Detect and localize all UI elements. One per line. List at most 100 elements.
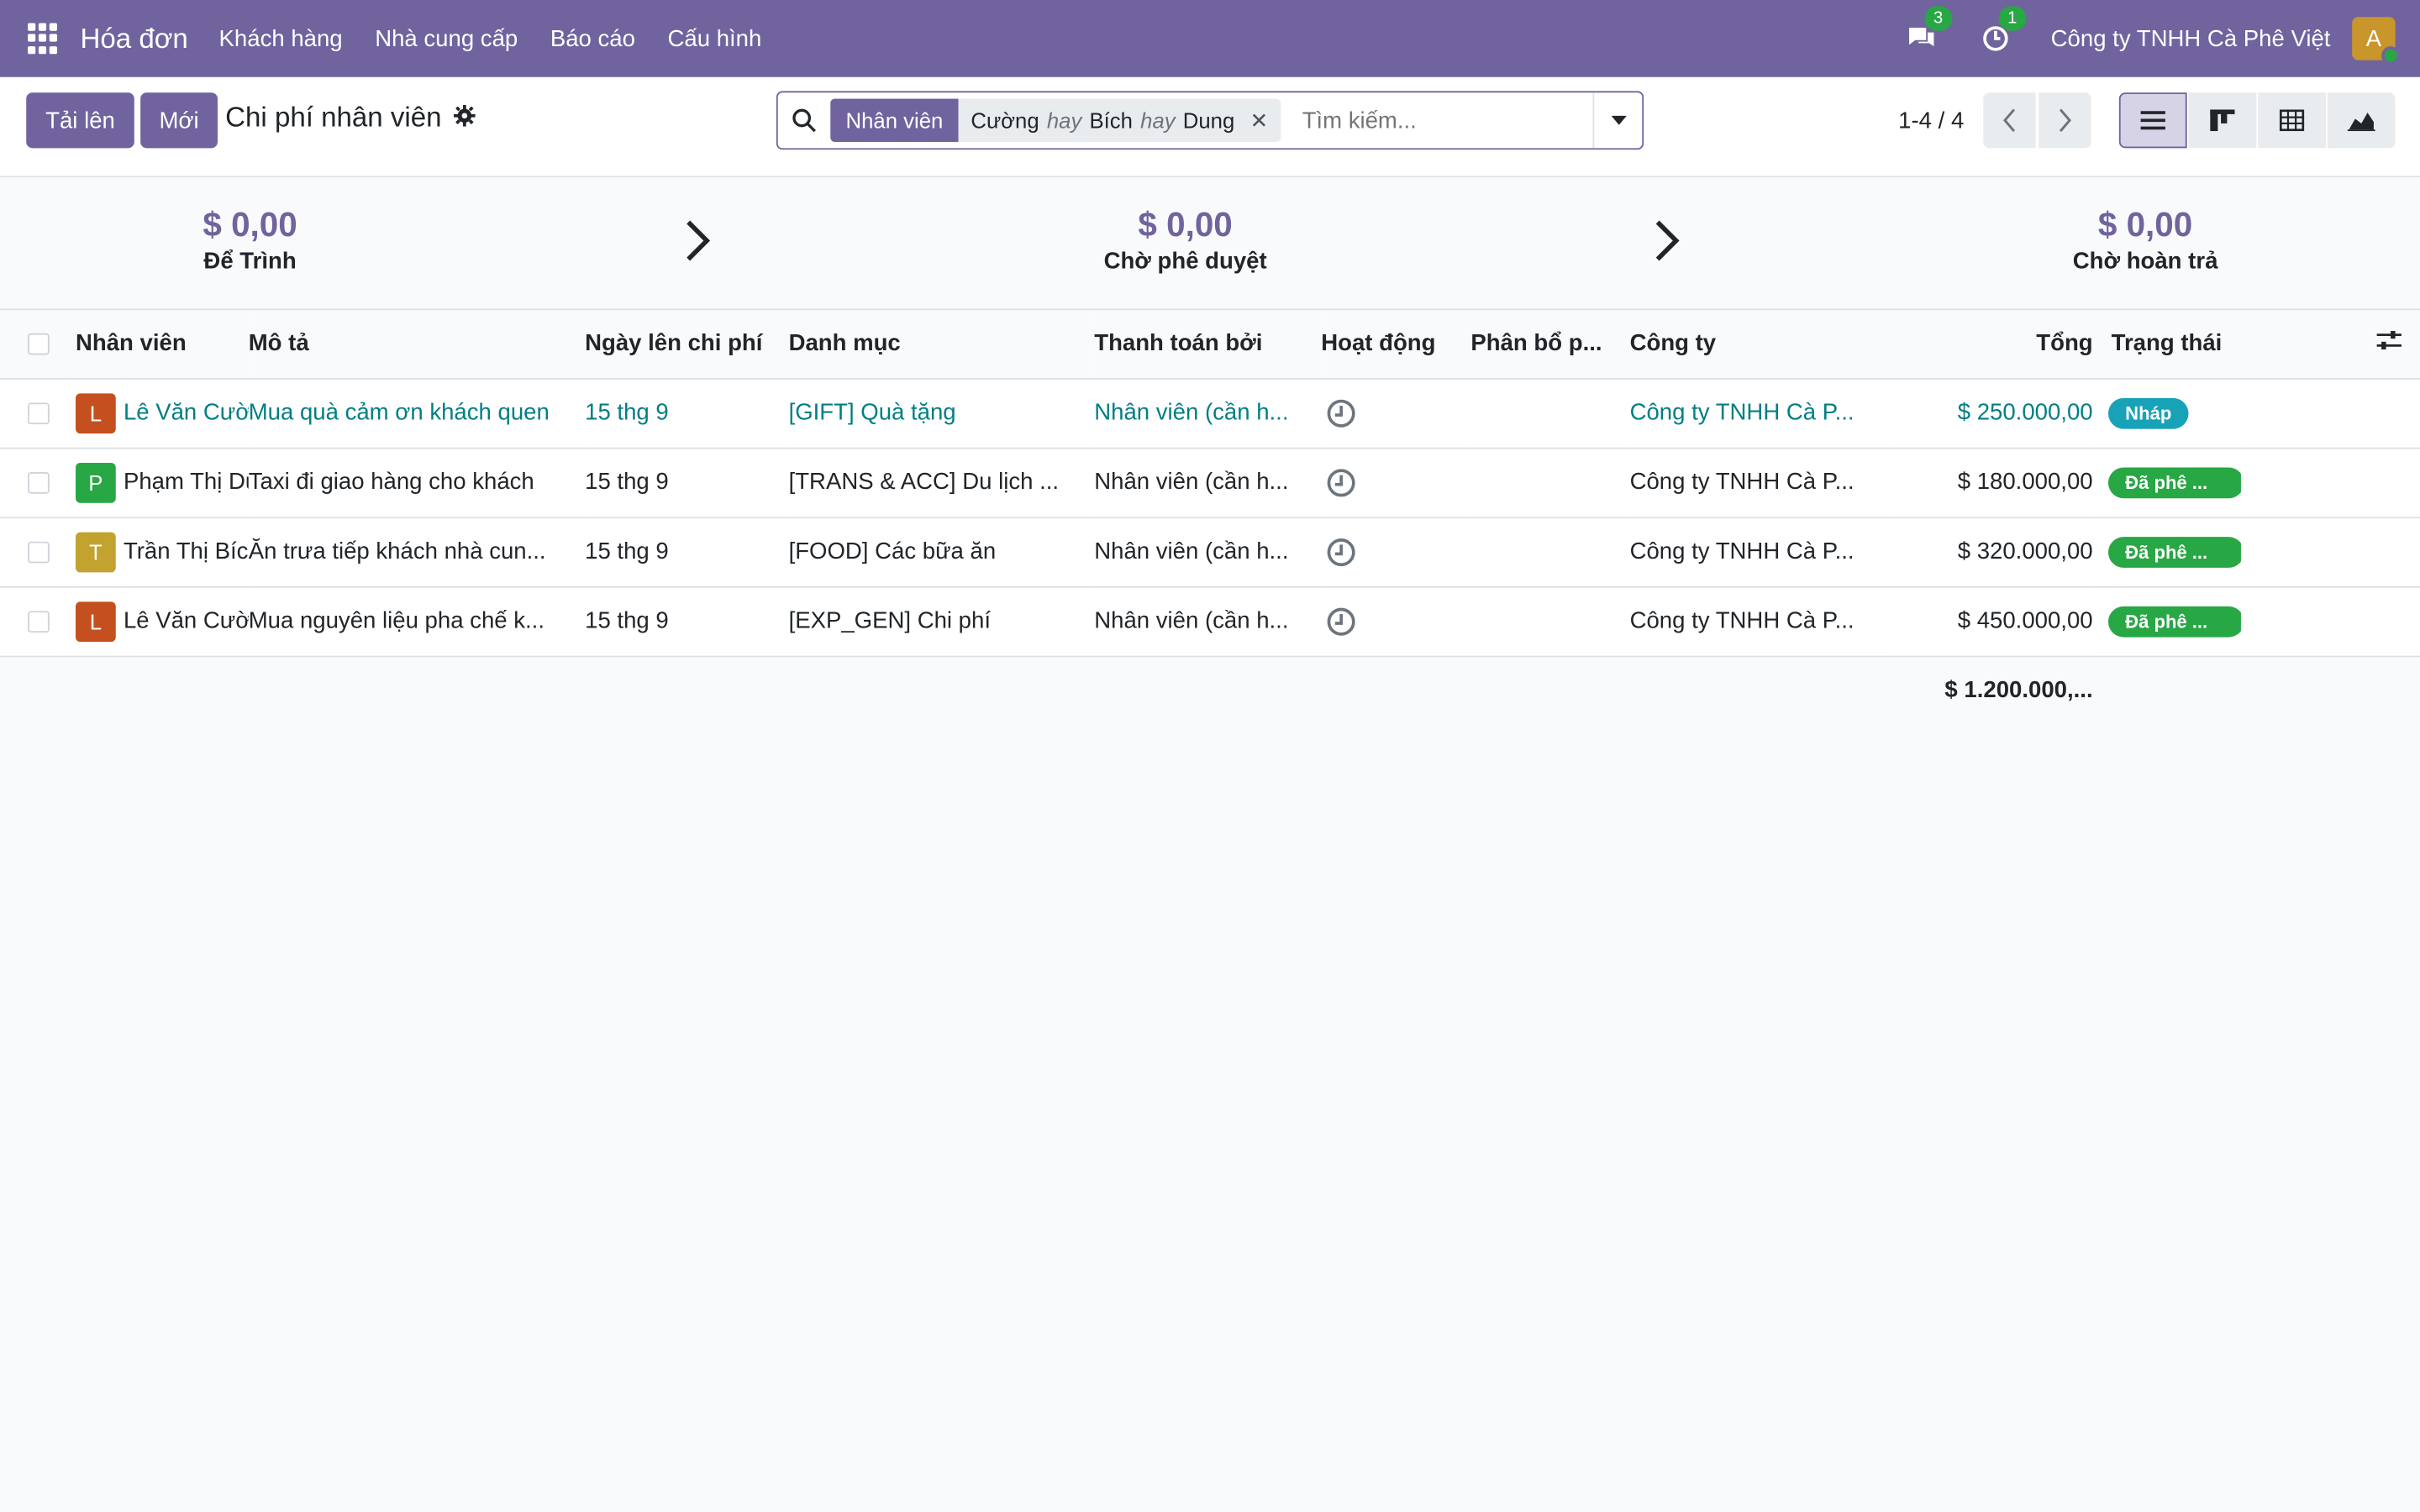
menu-item-customers[interactable]: Khách hàng <box>219 25 343 51</box>
column-header-paid-by[interactable]: Thanh toán bởi <box>1094 310 1321 378</box>
column-header-total[interactable]: Tổng <box>1892 310 2092 378</box>
apps-grid-icon[interactable] <box>28 23 59 55</box>
column-header-company[interactable]: Công ty <box>1630 310 1892 378</box>
facet-value: Cường <box>971 108 1039 133</box>
employee-cell: P Phạm Thị Dung <box>76 448 249 517</box>
table-row[interactable]: P Phạm Thị DungTaxi đi giao hàng cho khác… <box>0 448 2420 517</box>
activities-count-badge: 1 <box>1998 6 2027 31</box>
column-header-analytic[interactable]: Phân bổ p... <box>1470 310 1629 378</box>
facet-label: Nhân viên <box>830 98 959 142</box>
search-facet: Nhân viên Cường hay Bích hay Dung ✕ <box>830 98 1281 142</box>
stage-label: Chờ hoàn trả <box>2072 248 2218 275</box>
total-cell: $ 250.000,00 <box>1957 399 2093 426</box>
table-row[interactable]: L Lê Văn CườngMua quà cảm ơn khách quen 15… <box>0 378 2420 448</box>
sliders-icon <box>2376 330 2402 349</box>
new-button[interactable]: Mới <box>140 92 218 149</box>
status-badge: Đã phê ... <box>2107 536 2241 568</box>
table-total-row: $ 1.200.000,... <box>0 655 2420 724</box>
facet-remove-icon[interactable]: ✕ <box>1250 108 1269 134</box>
clock-icon[interactable] <box>1327 398 1355 427</box>
list-view-button[interactable] <box>2118 92 2187 149</box>
search-input[interactable] <box>1302 107 1581 134</box>
row-spacer <box>2241 517 2420 586</box>
list-icon <box>2140 111 2165 130</box>
employee-name: Trần Thị Bích <box>123 538 249 564</box>
company-switcher[interactable]: Công ty TNHH Cà Phê Việt <box>2051 25 2331 51</box>
app-brand[interactable]: Hóa đơn <box>81 23 188 55</box>
column-header-activity[interactable]: Hoạt động <box>1321 310 1470 378</box>
paid-by-cell: Nhân viên (cần h... <box>1094 399 1289 426</box>
row-checkbox[interactable] <box>0 517 76 586</box>
page-title: Chi phí nhân viên <box>225 102 476 134</box>
column-header-employee[interactable]: Nhân viên <box>76 310 249 378</box>
column-header-category[interactable]: Danh mục <box>789 310 1095 378</box>
stage-to-submit[interactable]: $ 0,00 Để Trình <box>203 205 297 275</box>
gear-icon[interactable] <box>454 103 476 132</box>
area-chart-icon <box>2347 113 2375 132</box>
optional-columns-toggle[interactable] <box>2241 310 2420 378</box>
row-checkbox[interactable] <box>0 586 76 656</box>
activity-cell[interactable] <box>1321 448 1470 517</box>
clock-icon[interactable] <box>1327 468 1355 496</box>
total-cell: $ 320.000,00 <box>1957 538 2093 565</box>
search-box[interactable]: Nhân viên Cường hay Bích hay Dung ✕ <box>776 91 1644 150</box>
column-header-date[interactable]: Ngày lên chi phí <box>585 310 788 378</box>
company-cell: Công ty TNHH Cà P... <box>1629 399 1854 426</box>
company-cell: Công ty TNHH Cà P... <box>1629 607 1854 634</box>
row-checkbox[interactable] <box>0 448 76 517</box>
column-header-status[interactable]: Trạng thái <box>2093 310 2241 378</box>
clock-icon[interactable] <box>1327 606 1355 635</box>
messages-button[interactable]: 3 <box>1902 6 1953 57</box>
kanban-icon <box>2210 109 2235 132</box>
menu-item-reports[interactable]: Báo cáo <box>550 25 635 51</box>
facet-separator: hay <box>1046 108 1082 133</box>
pager-value[interactable]: 1-4 / 4 <box>1898 108 1964 134</box>
expense-stage-summary: $ 0,00 Để Trình $ 0,00 Chờ phê duyệt $ 0… <box>0 177 2420 311</box>
search-options-toggle[interactable] <box>1592 92 1643 149</box>
status-badge: Nháp <box>2107 396 2189 428</box>
pivot-view-button[interactable] <box>2258 92 2326 149</box>
activity-cell[interactable] <box>1321 378 1470 448</box>
table-row[interactable]: T Trần Thị Bích Ăn trưa tiếp khách nhà cun… <box>0 517 2420 586</box>
facet-value: Dung <box>1182 108 1235 133</box>
employee-cell: T Trần Thị Bích <box>76 517 249 586</box>
status-cell: Đã phê ... <box>2093 448 2241 517</box>
table-row[interactable]: L Lê Văn CườngMua nguyên liệu pha chế k..… <box>0 586 2420 656</box>
menu-item-configuration[interactable]: Cấu hình <box>668 25 762 51</box>
column-header-description[interactable]: Mô tả <box>249 310 585 378</box>
activities-button[interactable]: 1 <box>1976 6 2027 57</box>
user-avatar[interactable]: A <box>2352 17 2401 66</box>
stage-amount: $ 0,00 <box>2097 205 2193 244</box>
messages-count-badge: 3 <box>1924 6 1953 31</box>
activity-cell[interactable] <box>1321 586 1470 656</box>
status-cell: Nháp <box>2093 378 2241 448</box>
description-cell: Taxi đi giao hàng cho khách <box>248 469 534 496</box>
date-cell: 15 thg 9 <box>585 607 669 634</box>
kanban-view-button[interactable] <box>2188 92 2257 149</box>
analytic-cell <box>1470 586 1629 656</box>
stage-waiting-reimbursement[interactable]: $ 0,00 Chờ hoàn trả <box>2073 205 2218 275</box>
activity-cell[interactable] <box>1321 517 1470 586</box>
stage-amount: $ 0,00 <box>203 205 297 244</box>
clock-icon[interactable] <box>1327 538 1355 566</box>
stage-waiting-approval[interactable]: $ 0,00 Chờ phê duyệt <box>1104 205 1267 275</box>
employee-avatar: P <box>76 462 116 502</box>
status-badge: Đã phê ... <box>2107 605 2241 637</box>
pager-previous-button[interactable] <box>1983 92 2036 149</box>
row-spacer <box>2241 448 2420 517</box>
date-cell: 15 thg 9 <box>585 538 669 565</box>
view-switcher <box>2118 92 2396 149</box>
row-checkbox[interactable] <box>0 378 76 448</box>
graph-view-button[interactable] <box>2327 92 2396 149</box>
select-all-checkbox[interactable] <box>0 310 76 378</box>
employee-cell: L Lê Văn Cường <box>76 586 249 656</box>
employee-avatar: L <box>76 392 116 433</box>
employee-avatar: T <box>76 531 116 572</box>
menu-item-vendors[interactable]: Nhà cung cấp <box>375 25 518 51</box>
upload-button[interactable]: Tải lên <box>26 92 134 149</box>
search-icon <box>778 92 830 148</box>
analytic-cell <box>1470 517 1629 586</box>
date-cell: 15 thg 9 <box>585 399 669 426</box>
pager-next-button[interactable] <box>2039 92 2091 149</box>
status-cell: Đã phê ... <box>2093 517 2241 586</box>
